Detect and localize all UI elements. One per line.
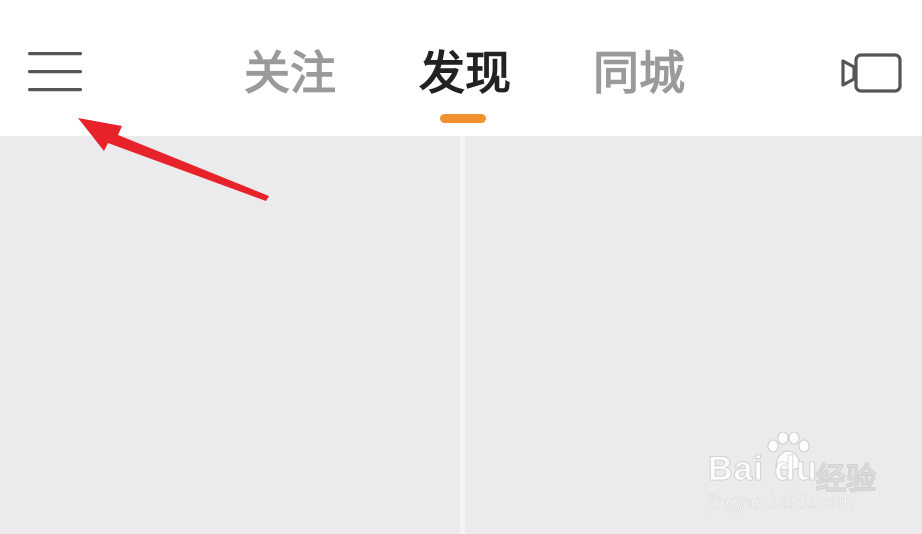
video-camera-icon[interactable] bbox=[838, 50, 904, 96]
tab-follow[interactable]: 关注 bbox=[244, 38, 336, 108]
active-tab-indicator bbox=[440, 114, 486, 123]
hamburger-menu-icon[interactable] bbox=[20, 44, 92, 102]
tab-local[interactable]: 同城 bbox=[593, 38, 685, 108]
tab-discover[interactable]: 发现 bbox=[419, 38, 511, 108]
feed-card-right[interactable] bbox=[465, 136, 922, 534]
top-navigation-bar: 关注 发现 同城 bbox=[0, 0, 922, 136]
feed-card-left[interactable] bbox=[0, 136, 460, 534]
discover-feed bbox=[0, 136, 922, 534]
